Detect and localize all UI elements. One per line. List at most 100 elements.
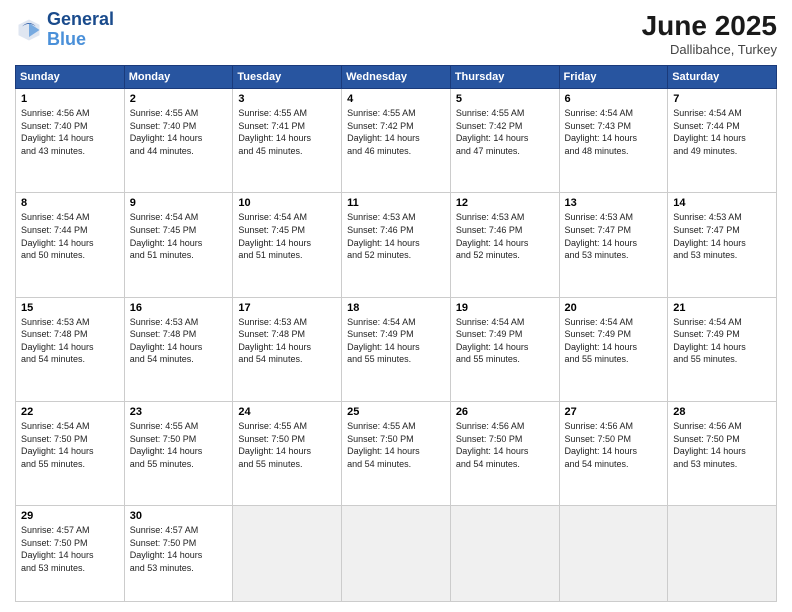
day-number: 13 (565, 197, 663, 209)
day-info: Sunrise: 4:55 AMSunset: 7:50 PMDaylight:… (238, 420, 336, 470)
table-row: 4 Sunrise: 4:55 AMSunset: 7:42 PMDayligh… (342, 89, 451, 193)
day-info: Sunrise: 4:55 AMSunset: 7:40 PMDaylight:… (130, 107, 228, 157)
day-info: Sunrise: 4:56 AMSunset: 7:50 PMDaylight:… (673, 420, 771, 470)
day-number: 17 (238, 302, 336, 314)
day-number: 9 (130, 197, 228, 209)
table-row (342, 506, 451, 602)
day-number: 1 (21, 93, 119, 105)
day-info: Sunrise: 4:53 AMSunset: 7:48 PMDaylight:… (130, 316, 228, 366)
day-number: 8 (21, 197, 119, 209)
day-info: Sunrise: 4:54 AMSunset: 7:50 PMDaylight:… (21, 420, 119, 470)
table-row: 12 Sunrise: 4:53 AMSunset: 7:46 PMDaylig… (450, 193, 559, 297)
table-row: 19 Sunrise: 4:54 AMSunset: 7:49 PMDaylig… (450, 297, 559, 401)
day-info: Sunrise: 4:55 AMSunset: 7:42 PMDaylight:… (456, 107, 554, 157)
table-row (559, 506, 668, 602)
day-info: Sunrise: 4:54 AMSunset: 7:49 PMDaylight:… (456, 316, 554, 366)
day-number: 26 (456, 406, 554, 418)
day-number: 16 (130, 302, 228, 314)
day-info: Sunrise: 4:55 AMSunset: 7:50 PMDaylight:… (130, 420, 228, 470)
day-number: 25 (347, 406, 445, 418)
table-row: 17 Sunrise: 4:53 AMSunset: 7:48 PMDaylig… (233, 297, 342, 401)
day-info: Sunrise: 4:54 AMSunset: 7:45 PMDaylight:… (130, 211, 228, 261)
header: General Blue June 2025 Dallibahce, Turke… (15, 10, 777, 57)
day-info: Sunrise: 4:57 AMSunset: 7:50 PMDaylight:… (130, 524, 228, 574)
table-row: 13 Sunrise: 4:53 AMSunset: 7:47 PMDaylig… (559, 193, 668, 297)
day-info: Sunrise: 4:54 AMSunset: 7:49 PMDaylight:… (347, 316, 445, 366)
day-info: Sunrise: 4:54 AMSunset: 7:44 PMDaylight:… (21, 211, 119, 261)
day-number: 2 (130, 93, 228, 105)
calendar: Sunday Monday Tuesday Wednesday Thursday… (15, 65, 777, 602)
calendar-week-row: 22 Sunrise: 4:54 AMSunset: 7:50 PMDaylig… (16, 401, 777, 505)
col-monday: Monday (124, 66, 233, 89)
table-row: 29 Sunrise: 4:57 AMSunset: 7:50 PMDaylig… (16, 506, 125, 602)
day-info: Sunrise: 4:53 AMSunset: 7:48 PMDaylight:… (21, 316, 119, 366)
table-row: 10 Sunrise: 4:54 AMSunset: 7:45 PMDaylig… (233, 193, 342, 297)
table-row: 3 Sunrise: 4:55 AMSunset: 7:41 PMDayligh… (233, 89, 342, 193)
day-info: Sunrise: 4:56 AMSunset: 7:50 PMDaylight:… (565, 420, 663, 470)
day-info: Sunrise: 4:56 AMSunset: 7:50 PMDaylight:… (456, 420, 554, 470)
col-sunday: Sunday (16, 66, 125, 89)
logo-text: General Blue (47, 10, 114, 50)
table-row: 24 Sunrise: 4:55 AMSunset: 7:50 PMDaylig… (233, 401, 342, 505)
table-row (233, 506, 342, 602)
day-number: 7 (673, 93, 771, 105)
table-row: 14 Sunrise: 4:53 AMSunset: 7:47 PMDaylig… (668, 193, 777, 297)
table-row: 18 Sunrise: 4:54 AMSunset: 7:49 PMDaylig… (342, 297, 451, 401)
col-tuesday: Tuesday (233, 66, 342, 89)
day-number: 18 (347, 302, 445, 314)
table-row: 28 Sunrise: 4:56 AMSunset: 7:50 PMDaylig… (668, 401, 777, 505)
table-row (668, 506, 777, 602)
col-wednesday: Wednesday (342, 66, 451, 89)
day-info: Sunrise: 4:53 AMSunset: 7:46 PMDaylight:… (456, 211, 554, 261)
table-row: 2 Sunrise: 4:55 AMSunset: 7:40 PMDayligh… (124, 89, 233, 193)
table-row: 26 Sunrise: 4:56 AMSunset: 7:50 PMDaylig… (450, 401, 559, 505)
day-info: Sunrise: 4:53 AMSunset: 7:46 PMDaylight:… (347, 211, 445, 261)
table-row: 5 Sunrise: 4:55 AMSunset: 7:42 PMDayligh… (450, 89, 559, 193)
col-thursday: Thursday (450, 66, 559, 89)
day-number: 14 (673, 197, 771, 209)
day-number: 20 (565, 302, 663, 314)
day-number: 30 (130, 510, 228, 522)
col-friday: Friday (559, 66, 668, 89)
day-info: Sunrise: 4:54 AMSunset: 7:45 PMDaylight:… (238, 211, 336, 261)
table-row: 7 Sunrise: 4:54 AMSunset: 7:44 PMDayligh… (668, 89, 777, 193)
logo: General Blue (15, 10, 114, 50)
page: General Blue June 2025 Dallibahce, Turke… (0, 0, 792, 612)
day-number: 3 (238, 93, 336, 105)
table-row: 25 Sunrise: 4:55 AMSunset: 7:50 PMDaylig… (342, 401, 451, 505)
table-row: 9 Sunrise: 4:54 AMSunset: 7:45 PMDayligh… (124, 193, 233, 297)
day-info: Sunrise: 4:56 AMSunset: 7:40 PMDaylight:… (21, 107, 119, 157)
table-row: 23 Sunrise: 4:55 AMSunset: 7:50 PMDaylig… (124, 401, 233, 505)
calendar-week-row: 8 Sunrise: 4:54 AMSunset: 7:44 PMDayligh… (16, 193, 777, 297)
day-number: 6 (565, 93, 663, 105)
day-info: Sunrise: 4:54 AMSunset: 7:49 PMDaylight:… (565, 316, 663, 366)
day-number: 11 (347, 197, 445, 209)
day-info: Sunrise: 4:54 AMSunset: 7:49 PMDaylight:… (673, 316, 771, 366)
day-number: 22 (21, 406, 119, 418)
table-row: 30 Sunrise: 4:57 AMSunset: 7:50 PMDaylig… (124, 506, 233, 602)
logo-icon (15, 16, 43, 44)
day-info: Sunrise: 4:55 AMSunset: 7:42 PMDaylight:… (347, 107, 445, 157)
table-row: 8 Sunrise: 4:54 AMSunset: 7:44 PMDayligh… (16, 193, 125, 297)
calendar-week-row: 15 Sunrise: 4:53 AMSunset: 7:48 PMDaylig… (16, 297, 777, 401)
title-block: June 2025 Dallibahce, Turkey (642, 10, 777, 57)
table-row: 1 Sunrise: 4:56 AMSunset: 7:40 PMDayligh… (16, 89, 125, 193)
table-row: 21 Sunrise: 4:54 AMSunset: 7:49 PMDaylig… (668, 297, 777, 401)
calendar-week-row: 1 Sunrise: 4:56 AMSunset: 7:40 PMDayligh… (16, 89, 777, 193)
day-info: Sunrise: 4:53 AMSunset: 7:48 PMDaylight:… (238, 316, 336, 366)
day-info: Sunrise: 4:54 AMSunset: 7:44 PMDaylight:… (673, 107, 771, 157)
day-number: 24 (238, 406, 336, 418)
day-number: 28 (673, 406, 771, 418)
day-info: Sunrise: 4:55 AMSunset: 7:50 PMDaylight:… (347, 420, 445, 470)
location: Dallibahce, Turkey (642, 42, 777, 57)
table-row: 20 Sunrise: 4:54 AMSunset: 7:49 PMDaylig… (559, 297, 668, 401)
day-number: 23 (130, 406, 228, 418)
table-row: 16 Sunrise: 4:53 AMSunset: 7:48 PMDaylig… (124, 297, 233, 401)
table-row: 22 Sunrise: 4:54 AMSunset: 7:50 PMDaylig… (16, 401, 125, 505)
table-row: 15 Sunrise: 4:53 AMSunset: 7:48 PMDaylig… (16, 297, 125, 401)
day-number: 21 (673, 302, 771, 314)
day-info: Sunrise: 4:54 AMSunset: 7:43 PMDaylight:… (565, 107, 663, 157)
day-number: 5 (456, 93, 554, 105)
day-number: 10 (238, 197, 336, 209)
day-number: 12 (456, 197, 554, 209)
